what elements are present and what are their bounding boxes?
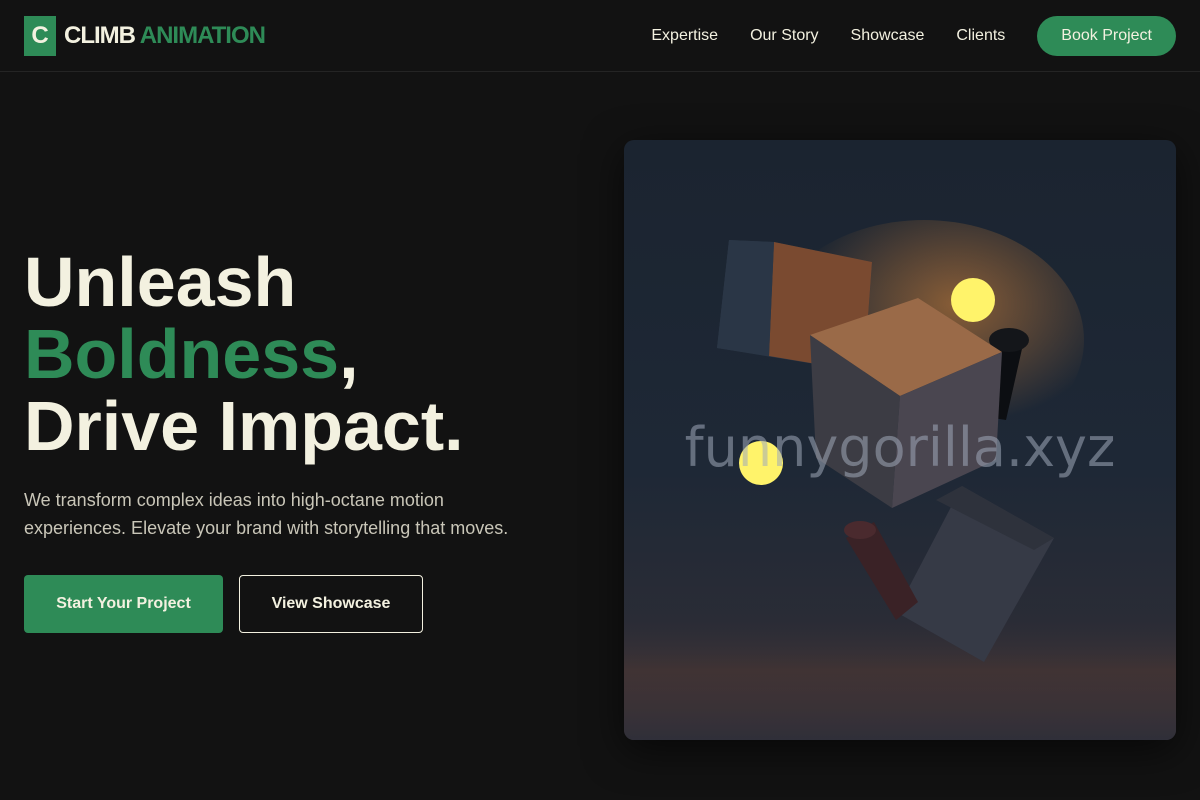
nav-links: Expertise Our Story Showcase Clients Boo… — [651, 16, 1176, 56]
top-nav: C CLIMB ANIMATION Expertise Our Story Sh… — [0, 0, 1200, 72]
image-watermark: funnygorilla.xyz — [684, 416, 1116, 479]
hero-image: funnygorilla.xyz — [624, 140, 1176, 740]
hero-title: Unleash Boldness, Drive Impact. — [24, 246, 464, 462]
hero-title-line3: Drive Impact. — [24, 387, 464, 465]
start-project-button[interactable]: Start Your Project — [24, 575, 223, 633]
book-project-button[interactable]: Book Project — [1037, 16, 1176, 56]
hero-subtitle: We transform complex ideas into high-oct… — [24, 490, 509, 538]
logo[interactable]: C CLIMB ANIMATION — [24, 16, 266, 56]
hero-title-accent: Boldness — [24, 315, 340, 393]
logo-word-animation: ANIMATION — [139, 22, 266, 49]
hero-title-comma: , — [339, 315, 359, 393]
logo-text: CLIMB ANIMATION — [64, 22, 266, 50]
nav-link-clients[interactable]: Clients — [956, 27, 1005, 45]
nav-link-expertise[interactable]: Expertise — [651, 27, 718, 45]
hero-title-line1: Unleash — [24, 243, 297, 321]
view-showcase-button[interactable]: View Showcase — [239, 575, 423, 633]
nav-link-our-story[interactable]: Our Story — [750, 27, 818, 45]
logo-mark: C — [24, 16, 56, 56]
nav-link-showcase[interactable]: Showcase — [851, 27, 925, 45]
logo-word-climb: CLIMB — [64, 22, 136, 49]
